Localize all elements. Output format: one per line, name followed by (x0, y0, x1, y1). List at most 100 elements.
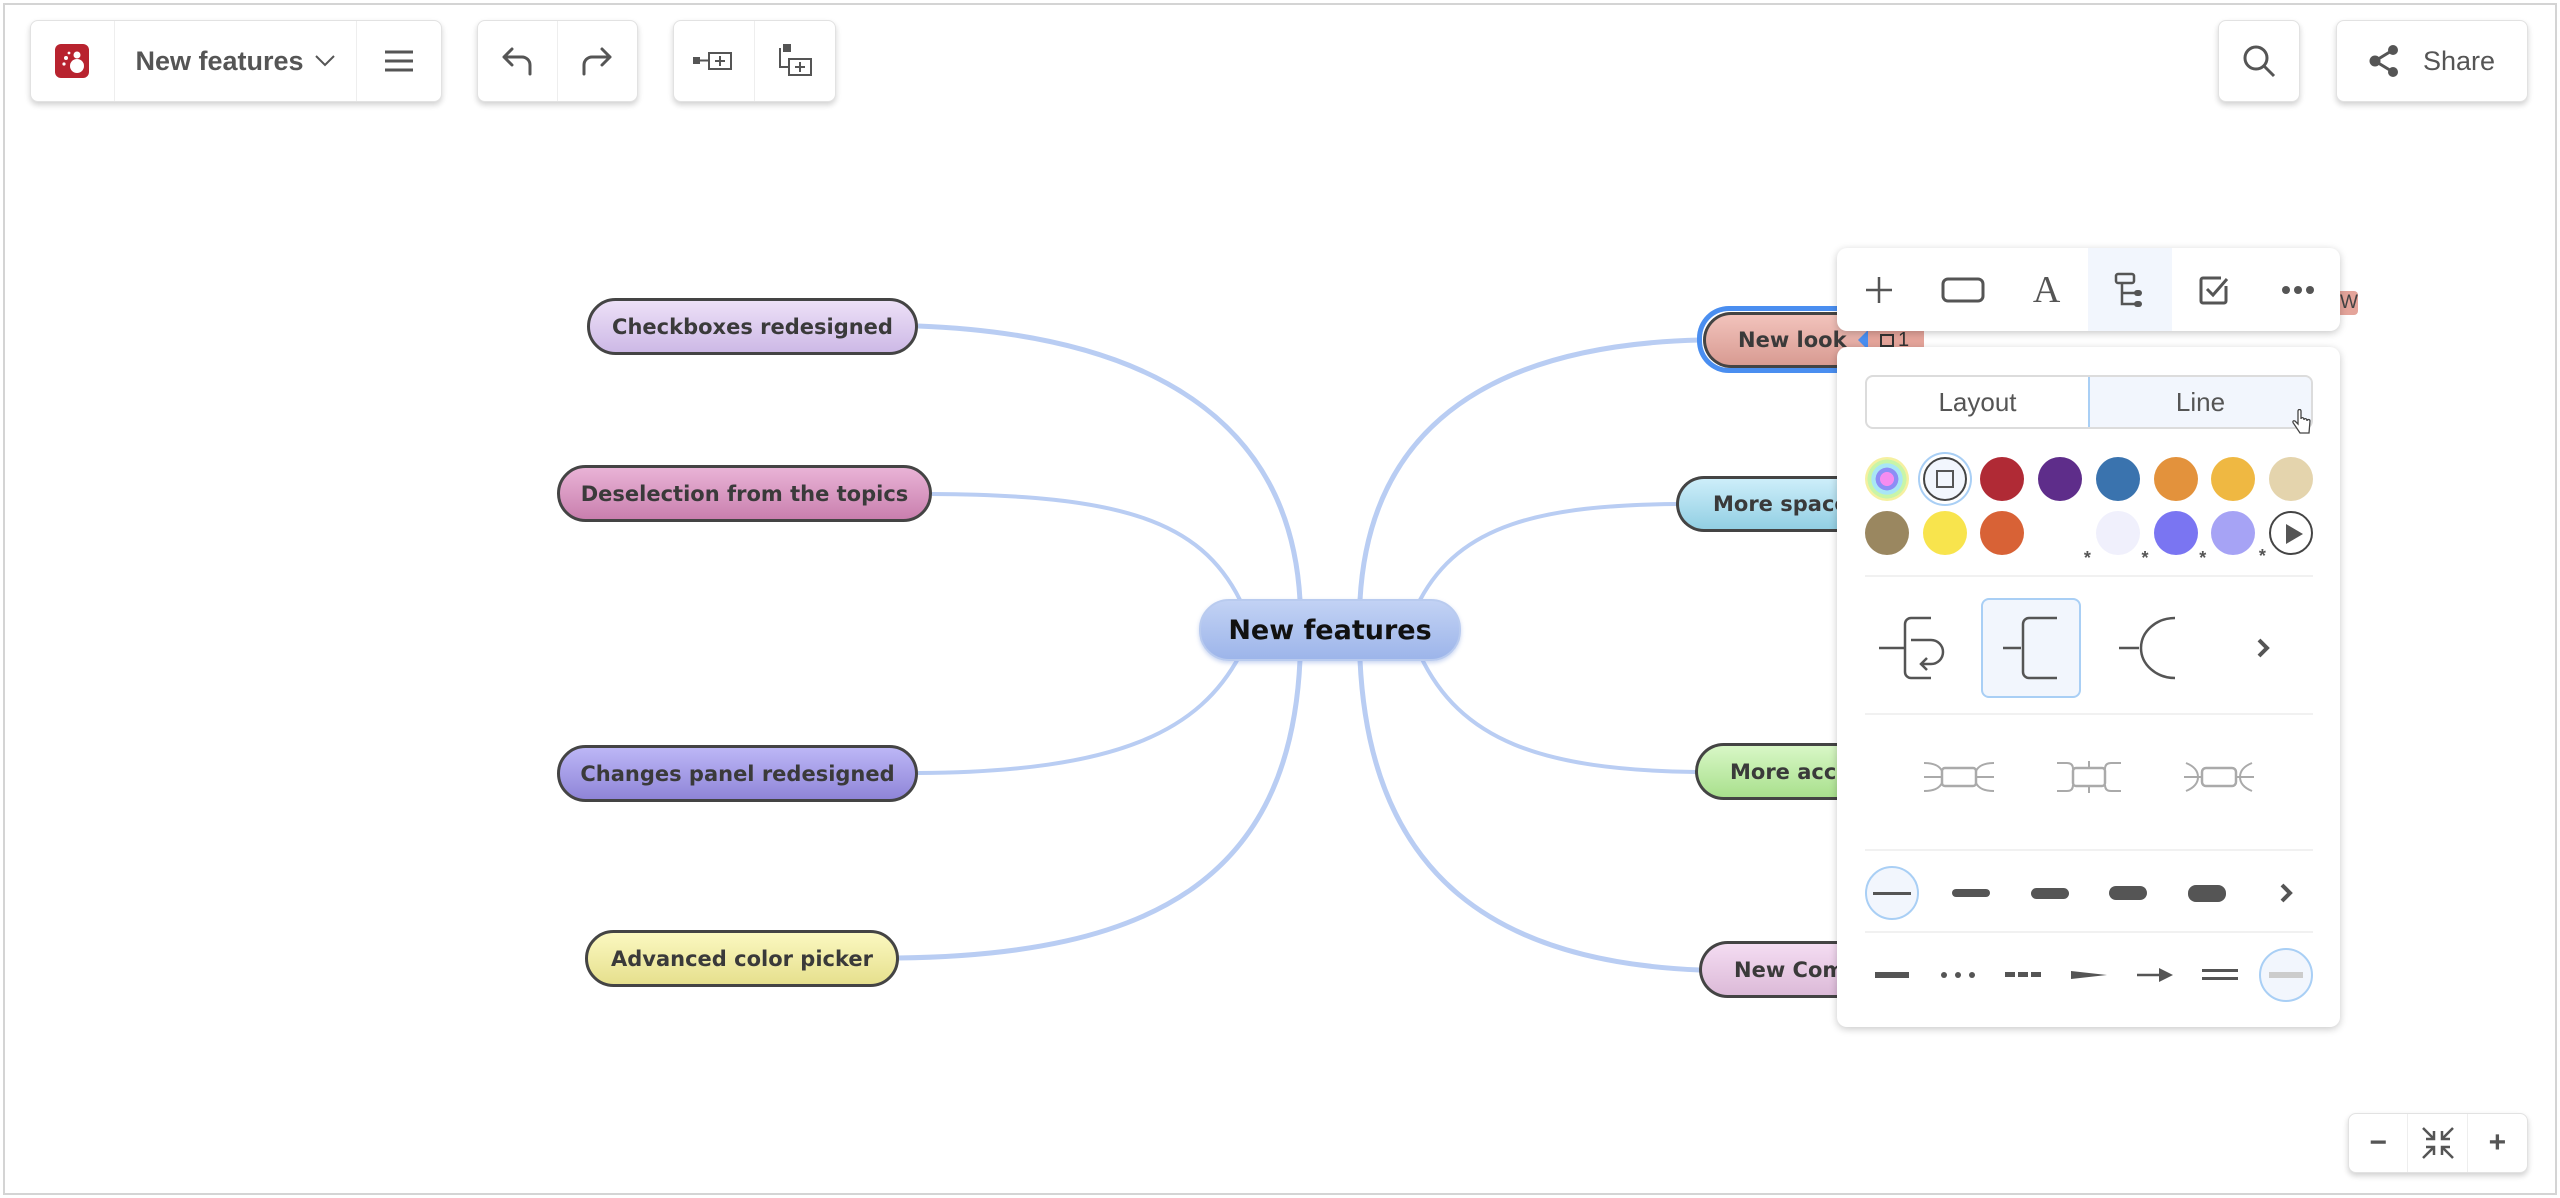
shape-tool[interactable] (1921, 248, 2005, 331)
pattern-solid[interactable] (1865, 948, 1919, 1002)
link-changes (917, 654, 1242, 775)
text-style-icon: A (2032, 268, 2061, 311)
branch-curve-icon (2119, 616, 2176, 680)
topic-label: Deselection from the topics (580, 481, 909, 506)
topic-label: Checkboxes redesigned (612, 314, 893, 339)
divider (1865, 931, 2313, 933)
share-label: Share (2422, 45, 2496, 76)
document-title-dropdown[interactable]: New features (115, 21, 358, 101)
layout-branch-tool[interactable] (2088, 248, 2173, 331)
color-swatch-custom-3[interactable]: * (2199, 511, 2256, 568)
color-swatch-orange[interactable] (2153, 457, 2198, 501)
thickness-next-button[interactable] (2259, 866, 2313, 920)
branch-return-option[interactable] (1865, 598, 1965, 698)
connector-rounded-icon (2184, 762, 2254, 792)
branch-return-icon (1879, 616, 1945, 680)
topic-advanced-color-picker[interactable]: Advanced color picker (585, 930, 899, 987)
add-topic-icon (1865, 276, 1892, 303)
add-child-topic-icon (778, 44, 812, 76)
pattern-none[interactable] (2258, 948, 2313, 1002)
divider (1865, 713, 2313, 715)
layout-branch-icon (2115, 272, 2143, 307)
menu-button[interactable] (357, 21, 441, 101)
color-swatch-custom-2[interactable]: * (2142, 511, 2198, 568)
pattern-tapered[interactable] (2062, 948, 2116, 1002)
thickness-option-1[interactable] (1865, 866, 1919, 920)
arrow-line-icon (2136, 968, 2173, 982)
link-checkboxes (917, 323, 1303, 601)
color-swatch-red[interactable] (1980, 457, 2025, 501)
connector-curved-option[interactable] (1919, 737, 1999, 817)
line-color-swatches: * * * * (1865, 455, 2313, 568)
custom-color-marker: * (2258, 546, 2266, 566)
topic-label: More acce (1730, 759, 1851, 784)
topic-label: New look (1738, 328, 1847, 352)
thickness-option-2[interactable] (1944, 866, 1998, 920)
comment-box-icon (1880, 333, 1894, 347)
redo-button[interactable] (558, 21, 638, 101)
tab-layout[interactable]: Layout (1867, 377, 2088, 427)
thickness-option-3[interactable] (2023, 866, 2077, 920)
zoom-in-button[interactable]: + (2468, 1114, 2527, 1172)
shape-icon (1941, 277, 1985, 302)
divider (1865, 849, 2313, 851)
double-line-icon (2202, 969, 2239, 980)
color-swatch-yellow-orange[interactable] (2211, 457, 2256, 501)
color-swatch-more-colors[interactable]: * (2259, 511, 2313, 566)
topic-changes-panel[interactable]: Changes panel redesigned (557, 745, 918, 802)
color-swatch-olive[interactable] (1865, 511, 1909, 555)
pattern-arrow[interactable] (2128, 948, 2182, 1002)
more-tool[interactable] (2256, 248, 2340, 331)
hamburger-icon (385, 50, 414, 72)
color-swatch-rainbow-auto[interactable] (1865, 457, 1909, 501)
insert-toolbar (673, 20, 836, 102)
document-title: New features (135, 45, 304, 76)
add-sibling-topic-button[interactable] (674, 21, 755, 101)
color-swatch-custom-1[interactable]: * (2084, 511, 2140, 568)
color-swatch-beige[interactable] (2268, 457, 2313, 501)
branch-curve-option[interactable] (2097, 598, 2197, 698)
app-logo-button[interactable] (31, 21, 115, 101)
chevron-right-icon (2280, 883, 2293, 903)
central-topic[interactable]: New features (1199, 599, 1461, 661)
thickness-option-5[interactable] (2180, 866, 2234, 920)
color-swatch-purple[interactable] (2038, 457, 2083, 501)
branch-style-next-button[interactable] (2233, 598, 2293, 698)
thickness-option-4[interactable] (2101, 866, 2155, 920)
color-swatch-red-orange[interactable] (1980, 511, 2025, 555)
color-swatch-yellow[interactable] (1922, 511, 1967, 555)
custom-color-marker: * (2083, 548, 2091, 568)
zoom-out-button[interactable]: − (2349, 1114, 2409, 1172)
connector-rounded-option[interactable] (2179, 737, 2259, 817)
line-thickness-options (1865, 863, 2313, 923)
topic-checkboxes-redesigned[interactable]: Checkboxes redesigned (587, 298, 918, 355)
link-new-look (1357, 337, 1701, 601)
undo-button[interactable] (478, 21, 558, 101)
zoom-out-label: − (2369, 1126, 2387, 1159)
branch-square-option[interactable] (1981, 598, 2081, 698)
color-swatch-blue[interactable] (2095, 457, 2140, 501)
add-topic-tool[interactable] (1837, 248, 1921, 331)
connector-curved-icon (1924, 762, 1994, 792)
share-button[interactable]: Share (2336, 20, 2528, 102)
pattern-dotted[interactable] (1931, 948, 1985, 1002)
pattern-dashed[interactable] (1996, 948, 2050, 1002)
no-color-square-icon (1935, 470, 1954, 488)
checkbox-tool[interactable] (2172, 248, 2256, 331)
color-swatch-no-color[interactable] (1922, 457, 1967, 501)
topic-toolbar: A (1837, 248, 2340, 331)
search-button[interactable] (2218, 20, 2300, 102)
topic-label: Changes panel redesigned (580, 761, 895, 786)
redo-icon (582, 47, 612, 76)
topic-deselection[interactable]: Deselection from the topics (557, 465, 932, 522)
add-child-topic-button[interactable] (755, 21, 836, 101)
pattern-double[interactable] (2193, 948, 2247, 1002)
connector-straight-option[interactable] (2049, 737, 2129, 817)
link-more-space (1418, 502, 1679, 601)
topic-label: Advanced color picker (611, 946, 873, 971)
mouse-pointer-hand-icon (2292, 409, 2311, 434)
tab-line[interactable]: Line (2088, 377, 2311, 427)
text-style-tool[interactable]: A (2005, 248, 2089, 331)
dotted-line-icon (1940, 972, 1975, 978)
fit-to-screen-button[interactable] (2408, 1114, 2468, 1172)
